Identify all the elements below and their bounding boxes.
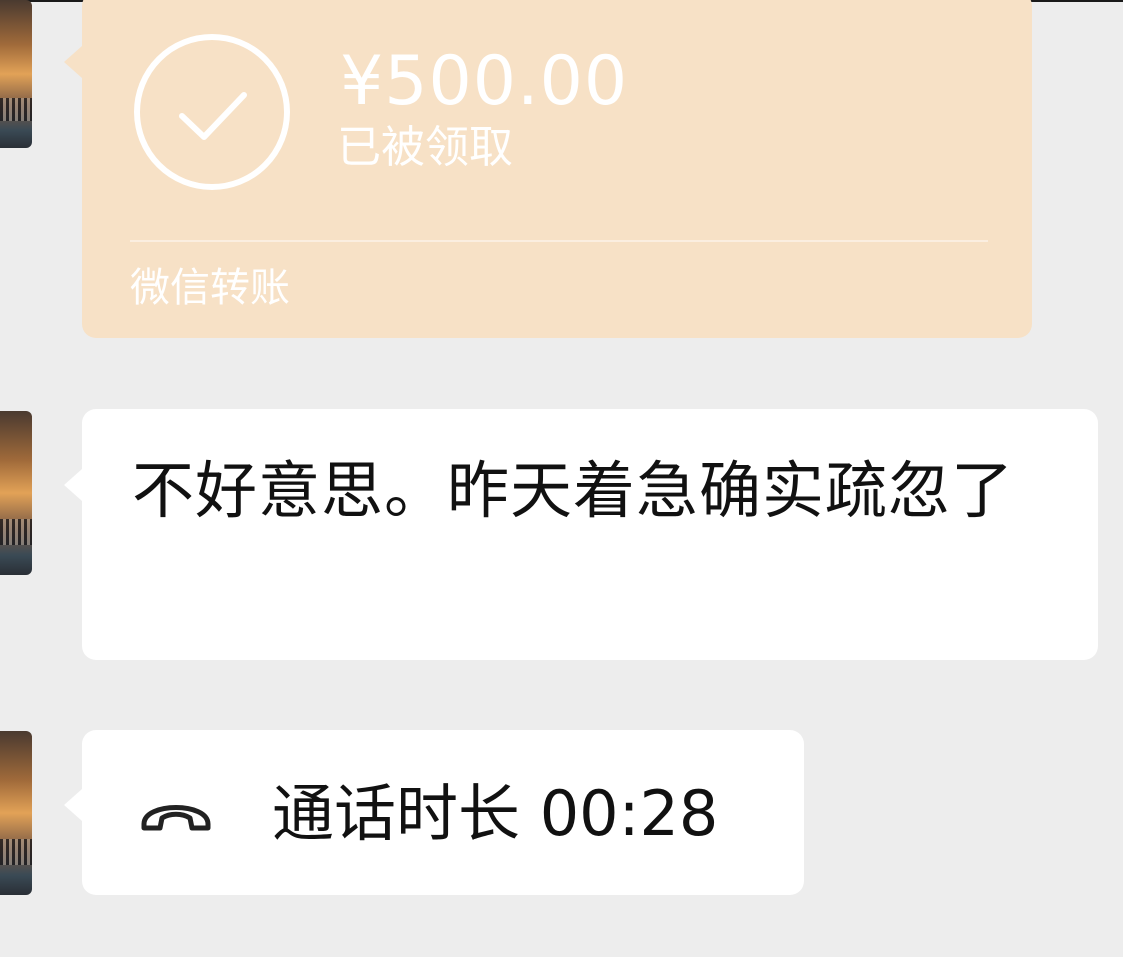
bubble-tail — [64, 469, 82, 501]
message-text: 不好意思。昨天着急确实疏忽了 — [132, 454, 1015, 527]
checkmark-circle-icon — [134, 34, 290, 190]
transfer-amount: ¥500.00 — [340, 42, 629, 121]
call-duration-text: 通话时长 00:28 — [272, 777, 719, 850]
bubble-tail — [64, 46, 82, 78]
sender-avatar[interactable] — [0, 731, 32, 895]
call-record-bubble[interactable]: 通话时长 00:28 — [82, 730, 804, 895]
transfer-divider — [130, 240, 988, 242]
transfer-status: 已被领取 — [337, 122, 513, 173]
phone-handset-icon — [136, 792, 216, 836]
sender-avatar[interactable] — [0, 411, 32, 575]
sender-avatar[interactable] — [0, 0, 32, 148]
transfer-card[interactable]: ¥500.00 已被领取 微信转账 — [82, 0, 1032, 338]
bubble-tail — [64, 789, 82, 821]
message-bubble[interactable]: 不好意思。昨天着急确实疏忽了 — [82, 409, 1098, 660]
transfer-label: 微信转账 — [130, 265, 290, 311]
